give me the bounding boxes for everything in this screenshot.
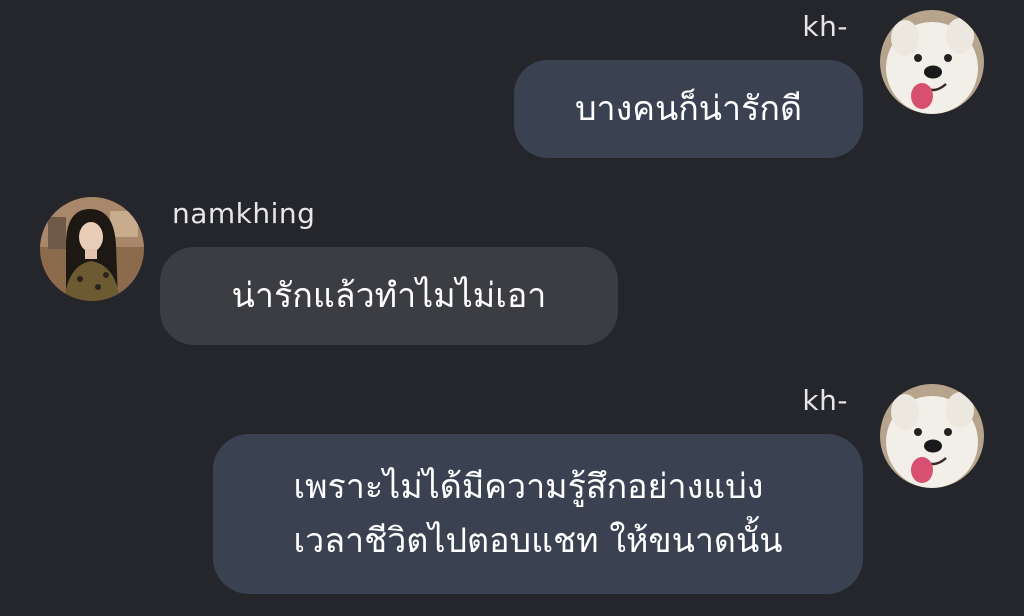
message-text-line: น่ารักแล้วทำไมไม่เอา [231, 276, 547, 316]
message-bubble[interactable]: บางคนก็น่ารักดี [514, 60, 863, 158]
sender-name: kh- [802, 384, 848, 417]
message-text-line: เวลาชีวิตไปตอบแชท ให้ขนาดนั้น [293, 521, 783, 561]
sender-name: kh- [802, 10, 848, 43]
message-bubble[interactable]: น่ารักแล้วทำไมไม่เอา [160, 247, 618, 345]
message-bubble[interactable]: เพราะไม่ได้มีความรู้สึกอย่างแบ่ง เวลาชีว… [213, 434, 863, 594]
woman-portrait-avatar-icon[interactable] [40, 197, 144, 301]
message-text-line: บางคนก็น่ารักดี [574, 89, 803, 129]
sender-name: namkhing [172, 197, 316, 230]
samoyed-dog-avatar-icon[interactable] [880, 10, 984, 114]
samoyed-dog-avatar-icon[interactable] [880, 384, 984, 488]
message-text-line: เพราะไม่ได้มีความรู้สึกอย่างแบ่ง [293, 467, 764, 507]
